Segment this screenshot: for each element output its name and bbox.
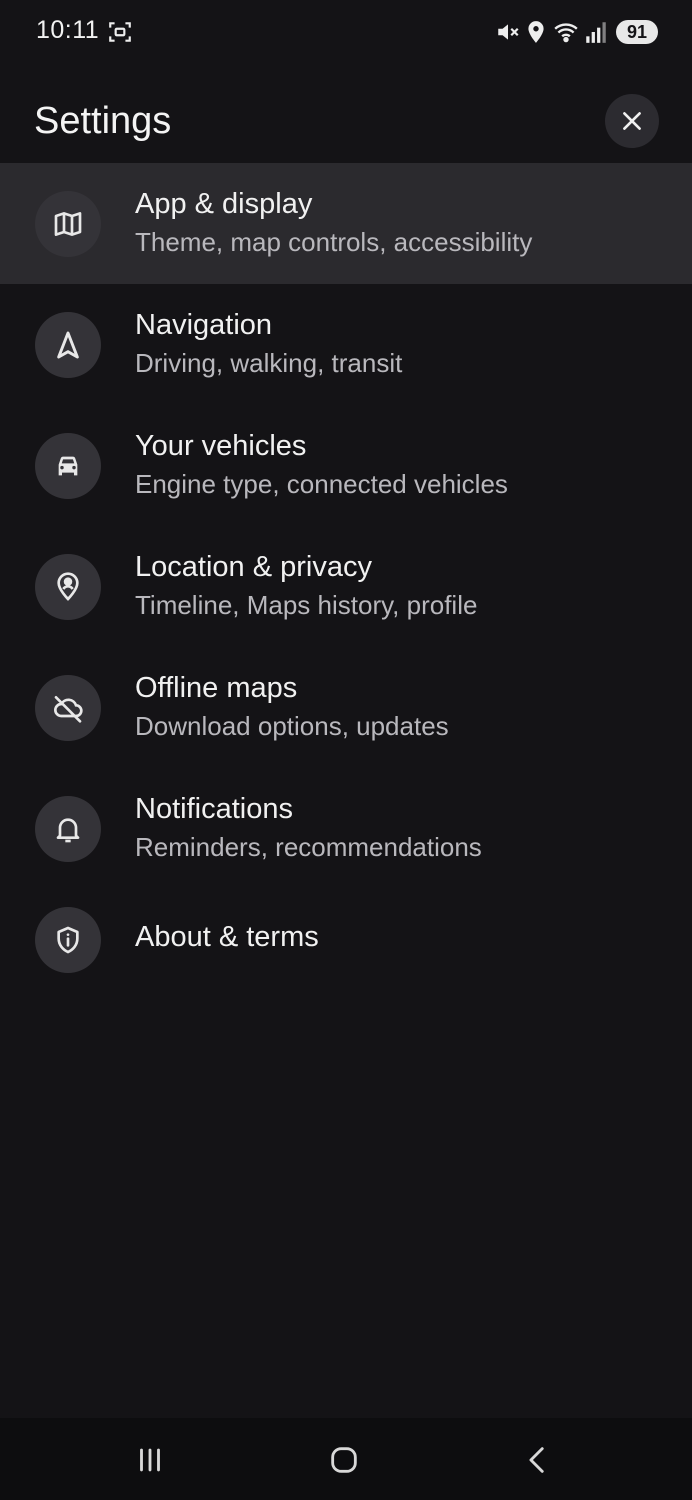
home-button[interactable] <box>314 1436 374 1484</box>
page-title: Settings <box>34 100 172 142</box>
status-bar: 10:11 91 <box>0 0 692 64</box>
location-icon <box>522 18 550 46</box>
settings-item-offline-maps[interactable]: Offline maps Download options, updates <box>0 647 692 768</box>
close-button[interactable] <box>605 94 659 148</box>
battery-indicator: 91 <box>616 20 658 44</box>
item-title: App & display <box>135 188 313 220</box>
car-icon <box>35 433 101 499</box>
back-button[interactable] <box>508 1436 568 1484</box>
settings-item-app-display[interactable]: App & display Theme, map controls, acces… <box>0 163 692 284</box>
settings-item-vehicles[interactable]: Your vehicles Engine type, connected veh… <box>0 405 692 526</box>
home-icon <box>331 1447 357 1473</box>
back-icon <box>529 1447 544 1473</box>
item-title: Notifications <box>135 793 293 825</box>
mute-icon <box>494 18 522 46</box>
shield-info-icon <box>35 907 101 973</box>
settings-item-navigation[interactable]: Navigation Driving, walking, transit <box>0 284 692 405</box>
item-title: Your vehicles <box>135 430 307 462</box>
status-time: 10:11 <box>36 16 100 44</box>
item-subtitle: Timeline, Maps history, profile <box>135 590 478 620</box>
settings-item-location-privacy[interactable]: Location & privacy Timeline, Maps histor… <box>0 526 692 647</box>
recent-apps-icon <box>140 1448 160 1472</box>
cloud-off-icon <box>35 675 101 741</box>
close-icon <box>623 112 641 130</box>
item-subtitle: Download options, updates <box>135 711 449 741</box>
item-title: Navigation <box>135 309 273 341</box>
item-subtitle: Reminders, recommendations <box>135 832 482 862</box>
settings-screen: 10:11 91 Settings App & display Theme, m… <box>0 0 692 1500</box>
bell-icon <box>35 796 101 862</box>
settings-item-about-terms[interactable]: About & terms <box>0 889 692 989</box>
item-subtitle: Theme, map controls, accessibility <box>135 227 533 257</box>
wifi-icon <box>552 18 580 46</box>
item-subtitle: Engine type, connected vehicles <box>135 469 508 499</box>
settings-list: App & display Theme, map controls, acces… <box>0 163 692 989</box>
navigation-arrow-icon <box>35 312 101 378</box>
system-nav-bar <box>0 1418 692 1500</box>
signal-icon <box>582 18 610 46</box>
screenshot-icon <box>106 18 134 46</box>
item-title: Location & privacy <box>135 551 372 583</box>
item-subtitle: Driving, walking, transit <box>135 348 403 378</box>
item-title: Offline maps <box>135 672 298 704</box>
settings-item-notifications[interactable]: Notifications Reminders, recommendations <box>0 768 692 889</box>
recent-apps-button[interactable] <box>120 1436 180 1484</box>
person-pin-icon <box>35 554 101 620</box>
map-icon <box>35 191 101 257</box>
item-title: About & terms <box>135 921 319 953</box>
